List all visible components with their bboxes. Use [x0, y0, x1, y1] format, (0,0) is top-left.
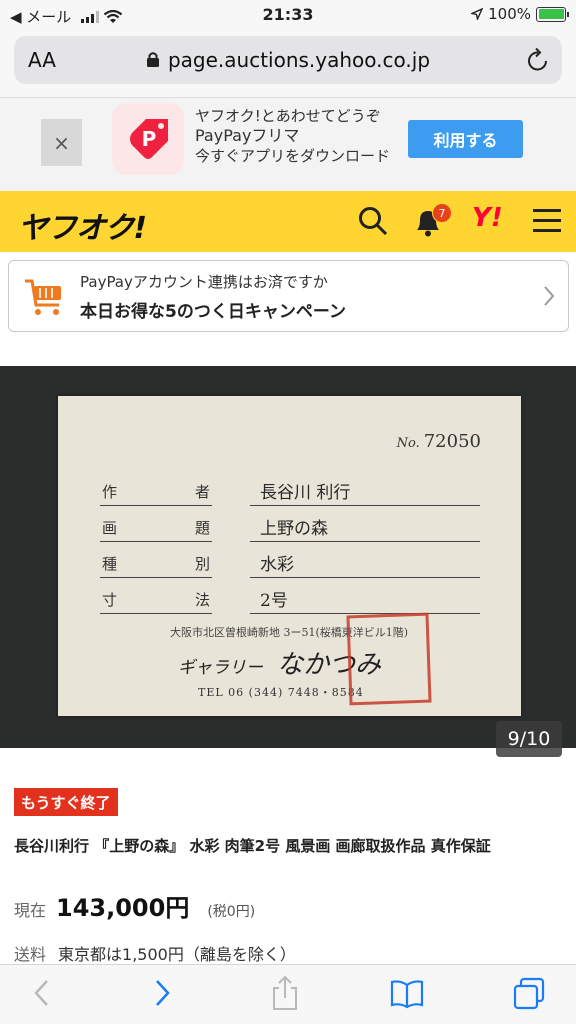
- card-number-prefix: No.: [396, 436, 420, 451]
- row-label: 題: [194, 519, 210, 537]
- row-value: 水彩: [250, 550, 480, 578]
- card-row-title: 画 題 上野の森: [100, 512, 480, 542]
- back-icon[interactable]: [30, 977, 54, 1009]
- battery-icon: [536, 6, 569, 22]
- browser-chrome: AA page.auctions.yahoo.co.jp: [0, 30, 576, 98]
- share-icon[interactable]: [270, 975, 300, 1011]
- campaign-subtext: PayPayアカウント連携はお済ですか: [80, 273, 328, 291]
- banner-cta-text: 今すぐアプリをダウンロード: [195, 147, 391, 165]
- campaign-title: 本日お得な5のつく日キャンペーン: [80, 302, 346, 322]
- card-number: 72050: [423, 431, 481, 452]
- shopping-cart-icon: [25, 279, 61, 315]
- shipping-info: 送料 東京都は1,500円（離島を除く）: [14, 941, 296, 965]
- ending-soon-badge: もうすぐ終了: [14, 788, 118, 816]
- shipping-label: 送料: [14, 945, 47, 964]
- red-seal-stamp: [346, 612, 432, 706]
- card-row-size: 寸 法 2号: [100, 584, 480, 614]
- menu-icon[interactable]: [533, 208, 561, 234]
- row-label: 別: [194, 555, 210, 573]
- url-text: page.auctions.yahoo.co.jp: [167, 48, 431, 72]
- row-label: 画: [102, 519, 118, 537]
- row-label: 寸: [102, 591, 118, 609]
- site-header: ヤフオク! 7 Y!: [0, 191, 576, 252]
- tax-note: (税0円): [207, 904, 256, 920]
- row-label: 者: [194, 483, 210, 501]
- use-app-button[interactable]: 利用する: [408, 120, 523, 158]
- shipping-value: 東京都は1,500円（離島を除く）: [58, 945, 296, 964]
- gallery-certificate-card: No. 72050 作者 長谷川 利行 画題 上野の森 種別 水彩 寸法 2号 大…: [58, 396, 521, 716]
- row-label: 種: [102, 555, 118, 573]
- current-price: 現在 143,000円 (税0円): [14, 888, 255, 923]
- row-value: 上野の森: [250, 514, 480, 542]
- tabs-icon[interactable]: [512, 977, 546, 1011]
- yahoo-japan-logo[interactable]: Y!: [472, 203, 503, 233]
- browser-toolbar: [0, 964, 576, 1024]
- location-icon: [471, 8, 484, 20]
- row-value: 長谷川 利行: [250, 478, 480, 506]
- bookmarks-icon[interactable]: [390, 979, 424, 1009]
- lock-icon: [146, 52, 159, 67]
- row-label: 作: [102, 483, 118, 501]
- item-title: 長谷川利行 『上野の森』 水彩 肉筆2号 風景画 画廊取扱作品 真作保証: [14, 837, 491, 855]
- battery-percent: 100%: [488, 5, 531, 23]
- notification-count-badge: 7: [432, 203, 452, 223]
- yafuoku-logo[interactable]: ヤフオク!: [18, 203, 147, 247]
- banner-app-name: PayPayフリマ: [195, 126, 300, 145]
- close-banner-button[interactable]: ×: [41, 119, 82, 166]
- chevron-right-icon: [544, 286, 555, 306]
- gallery-label: ギャラリー: [178, 658, 263, 678]
- app-download-banner: × P ヤフオク!とあわせてどうぞ PayPayフリマ 今すぐアプリをダウンロー…: [0, 98, 576, 191]
- paypay-flea-market-app-icon: P: [112, 103, 184, 175]
- forward-icon[interactable]: [150, 977, 174, 1009]
- card-row-artist: 作 者 長谷川 利行: [100, 476, 480, 506]
- svg-text:P: P: [142, 127, 157, 151]
- row-value: 2号: [250, 586, 480, 614]
- search-icon[interactable]: [357, 205, 389, 237]
- image-counter: 9/10: [496, 721, 562, 757]
- banner-tagline: ヤフオク!とあわせてどうぞ: [195, 107, 381, 125]
- status-bar: ◀ メール 21:33 100%: [0, 0, 576, 30]
- campaign-banner[interactable]: PayPayアカウント連携はお済ですか 本日お得な5のつく日キャンペーン: [8, 260, 569, 332]
- card-row-medium: 種 別 水彩: [100, 548, 480, 578]
- row-label: 法: [194, 591, 210, 609]
- price-value: 143,000円: [56, 894, 190, 922]
- reload-icon[interactable]: [526, 47, 550, 73]
- product-image[interactable]: No. 72050 作者 長谷川 利行 画題 上野の森 種別 水彩 寸法 2号 大…: [0, 366, 576, 748]
- gallery-phone: TEL 06 (344) 7448・8584: [198, 686, 364, 699]
- price-label: 現在: [14, 901, 47, 920]
- address-bar[interactable]: AA page.auctions.yahoo.co.jp: [14, 36, 562, 84]
